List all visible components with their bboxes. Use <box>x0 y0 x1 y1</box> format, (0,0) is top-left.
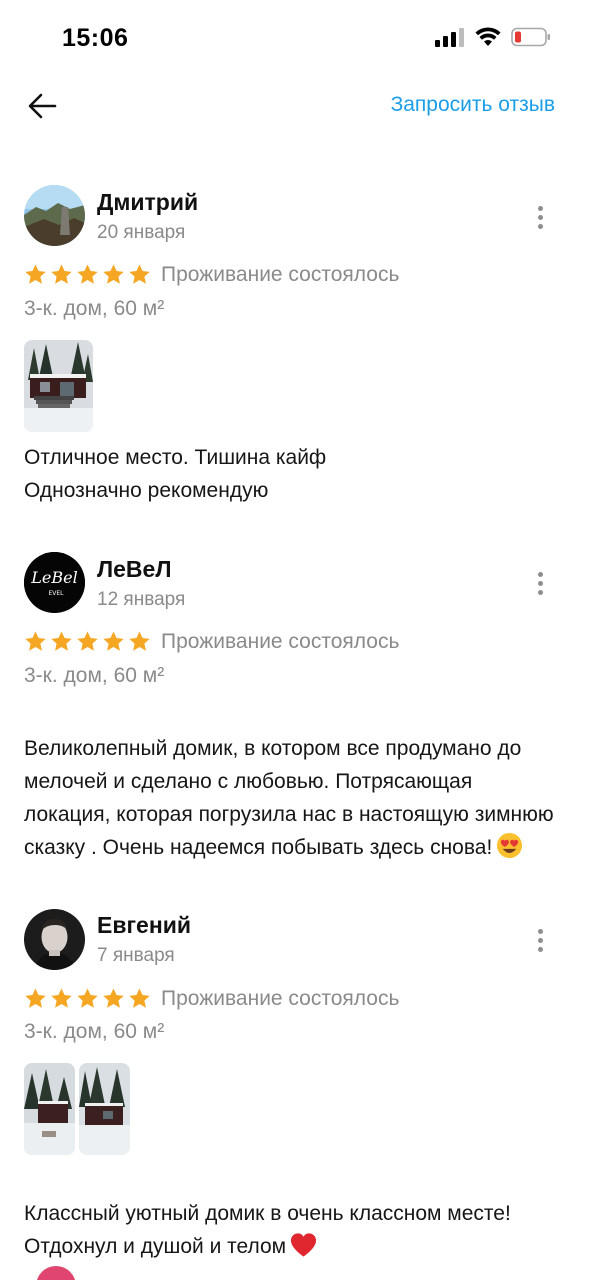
star-rating <box>24 630 151 653</box>
review-text: Отличное место. Тишина кайф Однозначно р… <box>24 446 327 502</box>
review-author: ЛеВеЛ <box>97 556 172 582</box>
avatar-logo-subtext: EVEL <box>48 590 64 597</box>
star-icon <box>25 631 46 651</box>
star-icon <box>103 988 124 1008</box>
star-icon <box>103 631 124 651</box>
stay-status: Проживание состоялось <box>161 263 400 286</box>
status-bar: 15:06 <box>0 0 591 80</box>
more-options-button[interactable] <box>528 202 552 232</box>
star-icon <box>77 988 98 1008</box>
star-icon <box>129 988 150 1008</box>
avatar <box>24 185 85 246</box>
star-icon <box>51 988 72 1008</box>
review-photo[interactable] <box>79 1063 130 1155</box>
review-date: 20 января <box>97 222 186 243</box>
review-text: Классный уютный домик в очень классном м… <box>24 1164 564 1263</box>
review-date: 12 января <box>97 589 186 610</box>
wifi-icon <box>475 27 501 46</box>
back-button[interactable] <box>24 88 60 124</box>
arrow-left-icon <box>28 93 57 119</box>
review-text-body: Великолепный домик, в котором все продум… <box>24 737 554 859</box>
review-photo[interactable] <box>24 1063 75 1155</box>
review-author: Евгений <box>97 912 192 938</box>
star-icon <box>25 988 46 1008</box>
star-icon <box>25 264 46 284</box>
star-icon <box>129 264 150 284</box>
review-author: Дмитрий <box>97 189 199 215</box>
star-icon <box>77 264 98 284</box>
star-rating <box>24 987 151 1010</box>
property-info: 3-к. дом, 60 м² <box>24 1020 165 1043</box>
stay-status: Проживание состоялось <box>161 630 400 653</box>
star-icon <box>77 631 98 651</box>
stay-status: Проживание состоялось <box>161 987 400 1010</box>
battery-low-icon <box>511 27 550 47</box>
more-options-button[interactable] <box>528 925 552 955</box>
request-review-link[interactable]: Запросить отзыв <box>391 93 555 117</box>
review-date: 7 января <box>97 945 175 966</box>
star-rating <box>24 263 151 286</box>
review-photo[interactable] <box>24 340 93 432</box>
star-icon <box>51 631 72 651</box>
star-icon <box>51 264 72 284</box>
property-info: 3-к. дом, 60 м² <box>24 664 165 687</box>
avatar-logo-text: LeBel <box>30 568 77 587</box>
cellular-signal-icon <box>435 28 464 47</box>
review-text: Великолепный домик, в котором все продум… <box>24 699 564 864</box>
property-info: 3-к. дом, 60 м² <box>24 297 165 320</box>
more-options-button[interactable] <box>528 568 552 598</box>
status-time: 15:06 <box>62 24 129 52</box>
avatar <box>36 1266 76 1280</box>
avatar: LeBel EVEL <box>24 552 85 613</box>
star-icon <box>129 631 150 651</box>
status-icons <box>435 27 551 47</box>
avatar <box>24 909 85 970</box>
top-bar: Запросить отзыв <box>0 80 591 132</box>
red-heart-emoji-icon <box>291 1233 317 1257</box>
star-icon <box>103 264 124 284</box>
heart-eyes-emoji-icon <box>497 832 523 859</box>
review-text-body: Классный уютный домик в очень классном м… <box>24 1202 511 1258</box>
